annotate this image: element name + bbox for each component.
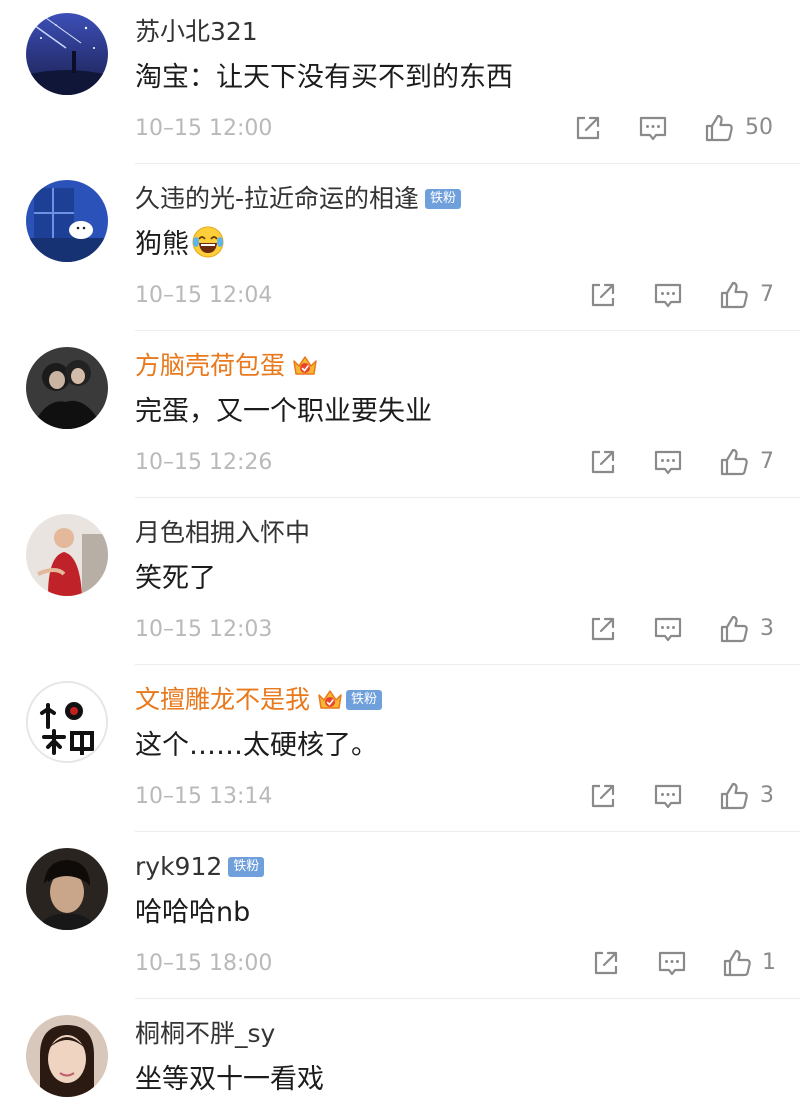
comment-icon[interactable] [652,613,684,645]
comment-text: 这个……太硬核了。 [135,730,378,761]
like-count: 7 [760,282,774,307]
comment-text: 笑死了 [135,563,216,594]
comment-icon[interactable] [652,446,684,478]
share-icon[interactable] [587,446,619,478]
like-icon[interactable] [703,112,735,144]
comment-text: 淘宝：让天下没有买不到的东西 [135,62,513,93]
share-icon[interactable] [587,279,619,311]
fan-badge: 铁粉 [425,189,462,209]
like-count: 50 [745,115,773,140]
fan-badge: 铁粉 [228,857,265,877]
like-count: 3 [760,783,774,808]
like-count: 3 [760,616,774,641]
comment-item: 久违的光-拉近命运的相逢 铁粉 狗熊 10–15 12:04 7 [0,167,800,331]
timestamp: 10–15 12:04 [135,283,273,308]
like-count: 1 [762,950,776,975]
timestamp: 10–15 12:03 [135,617,273,642]
timestamp: 10–15 18:00 [135,951,273,976]
divider [135,330,800,331]
username[interactable]: 苏小北321 [135,14,258,50]
share-icon[interactable] [587,613,619,645]
username[interactable]: 方脑壳荷包蛋 [135,348,285,384]
username[interactable]: 桐桐不胖_sy [135,1016,275,1052]
comment-icon[interactable] [637,112,669,144]
avatar[interactable] [26,848,108,930]
comment-icon[interactable] [652,279,684,311]
comment-icon[interactable] [652,780,684,812]
comment-item: 桐桐不胖_sy 坐等双十一看戏 [0,1002,800,1118]
like-icon[interactable] [721,947,753,979]
comment-text: 完蛋，又一个职业要失业 [135,396,432,427]
avatar[interactable] [26,1015,108,1097]
fan-badge: 铁粉 [346,690,383,710]
comment-item: 方脑壳荷包蛋 完蛋，又一个职业要失业 10–15 12:26 7 [0,334,800,498]
timestamp: 10–15 13:14 [135,784,273,809]
avatar[interactable] [26,681,108,763]
divider [135,163,800,164]
comment-icon[interactable] [656,947,688,979]
avatar[interactable] [26,514,108,596]
comment-item: 苏小北321 淘宝：让天下没有买不到的东西 10–15 12:00 50 [0,0,800,164]
avatar[interactable] [26,347,108,429]
share-icon[interactable] [587,780,619,812]
avatar[interactable] [26,180,108,262]
timestamp: 10–15 12:26 [135,450,273,475]
like-icon[interactable] [718,780,750,812]
vip-crown-icon [316,686,344,714]
comment-text: 坐等双十一看戏 [135,1064,324,1095]
share-icon[interactable] [572,112,604,144]
divider [135,497,800,498]
divider [135,664,800,665]
comment-item: 文擅雕龙不是我 铁粉 这个……太硬核了。 10–15 13:14 3 [0,668,800,832]
avatar[interactable] [26,13,108,95]
comment-item: 月色相拥入怀中 笑死了 10–15 12:03 3 [0,501,800,665]
username[interactable]: 久违的光-拉近命运的相逢 [135,181,419,217]
timestamp: 10–15 12:00 [135,116,273,141]
username[interactable]: 月色相拥入怀中 [135,515,310,551]
username[interactable]: 文擅雕龙不是我 [135,682,310,718]
divider [135,998,800,999]
share-icon[interactable] [590,947,622,979]
comment-text: 狗熊 [135,225,225,265]
username[interactable]: ryk912 [135,849,222,885]
like-count: 7 [760,449,774,474]
comment-item: ryk912 铁粉 哈哈哈nb 10–15 18:00 1 [0,835,800,999]
like-icon[interactable] [718,446,750,478]
vip-crown-icon [291,352,319,380]
like-icon[interactable] [718,279,750,311]
laughing-tears-emoji [191,225,225,259]
like-icon[interactable] [718,613,750,645]
divider [135,831,800,832]
comment-text: 哈哈哈nb [135,897,251,928]
comment-text-body: 狗熊 [135,229,189,260]
